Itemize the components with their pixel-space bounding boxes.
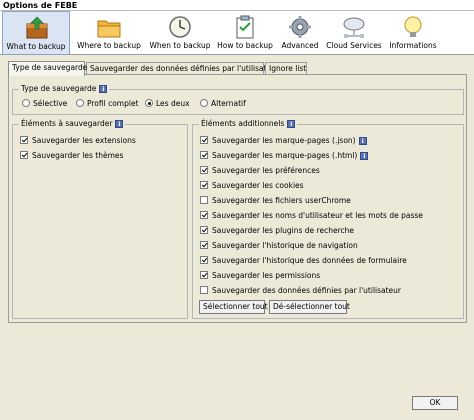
tab-label: Ignore list (269, 64, 307, 73)
toolbar-where-to-backup[interactable]: Where to backup (74, 11, 144, 55)
elements-group: Éléments à sauvegarder i Sauvegarder les … (12, 119, 188, 319)
deselect-all-button[interactable]: Dé-sélectionner tout (269, 300, 350, 314)
checkbox-history[interactable]: Sauvegarder l'historique de navigation (200, 240, 358, 252)
info-icon[interactable]: i (358, 137, 367, 145)
checkbox-checked (200, 151, 208, 159)
checkbox-unchecked (200, 286, 208, 294)
checkbox-checked (200, 226, 208, 234)
radio-dot (76, 99, 84, 107)
additional-group: Éléments additionnels i Sauvegarder les m… (192, 119, 464, 319)
gear-icon (289, 16, 311, 38)
radio-dot (200, 99, 208, 107)
toolbar-informations[interactable]: Informations (387, 11, 439, 55)
checkbox-search-plugins[interactable]: Sauvegarder les plugins de recherche (200, 225, 354, 237)
checkbox-form-history[interactable]: Sauvegarder l'historique des données de … (200, 255, 407, 267)
toolbar-cloud-services[interactable]: Cloud Services (324, 11, 384, 55)
toolbar-label: Informations (389, 41, 437, 50)
tab-panel: Type de sauvegarde i Sélective Profil com… (8, 74, 467, 323)
checkbox-checked (200, 241, 208, 249)
checkbox-preferences[interactable]: Sauvegarder les préférences (200, 165, 320, 177)
checkbox-unchecked (200, 196, 208, 204)
toolbar-label: Advanced (281, 41, 319, 50)
info-icon[interactable]: i (115, 120, 124, 128)
radio-dot-selected (145, 99, 153, 107)
toolbar-what-to-backup[interactable]: What to backup (2, 11, 70, 55)
elements-legend: Éléments à sauvegarder i (19, 119, 126, 129)
toolbar-label: When to backup (149, 41, 211, 50)
checkbox-themes[interactable]: Sauvegarder les thèmes (20, 150, 123, 162)
title-bar: Options de FEBE (0, 0, 474, 11)
tab-label: Sauvegarder des données définies par l'u… (90, 64, 280, 73)
checkbox-bookmarks-html[interactable]: Sauvegarder les marque-pages (.html) i (200, 150, 369, 162)
toolbar-how-to-backup[interactable]: How to backup (214, 11, 276, 55)
toolbar-label: Where to backup (77, 41, 141, 50)
toolbar-advanced[interactable]: Advanced (279, 11, 321, 55)
tab-label: Type de sauvegarde (12, 63, 88, 72)
clock-icon (169, 16, 191, 38)
checkbox-checked (200, 271, 208, 279)
checkbox-checked (20, 136, 28, 144)
backup-type-legend: Type de sauvegarde i (19, 84, 110, 94)
backup-box-icon (26, 16, 48, 39)
toolbar-label: What to backup (6, 42, 66, 51)
checkbox-checked (200, 166, 208, 174)
checkbox-bookmarks-json[interactable]: Sauvegarder les marque-pages (.json) i (200, 135, 367, 147)
toolbar-when-to-backup[interactable]: When to backup (146, 11, 214, 55)
info-bulb-icon (404, 16, 422, 37)
toolbar-label: How to backup (217, 41, 273, 50)
info-icon[interactable]: i (99, 85, 108, 93)
checkbox-checked (200, 256, 208, 264)
checklist-icon (236, 15, 254, 39)
radio-dot (22, 99, 30, 107)
tab-backup-type[interactable]: Type de sauvegarde (8, 61, 88, 76)
radio-selective[interactable]: Sélective (22, 99, 67, 109)
checkbox-checked (200, 211, 208, 219)
info-icon[interactable]: i (287, 120, 296, 128)
options-window: Options de FEBE What to backup Where to … (0, 0, 474, 420)
radio-both[interactable]: Les deux (145, 99, 190, 109)
checkbox-extensions[interactable]: Sauvegarder les extensions (20, 135, 136, 147)
toolbar-label: Cloud Services (326, 41, 382, 50)
category-toolbar: What to backup Where to backup When to b… (0, 11, 474, 55)
additional-legend: Éléments additionnels i (199, 119, 298, 129)
select-all-button[interactable]: Sélectionner tout (199, 300, 268, 314)
checkbox-user-data[interactable]: Sauvegarder des données définies par l'u… (200, 285, 401, 297)
checkbox-checked (20, 151, 28, 159)
radio-full-profile[interactable]: Profil complet (76, 99, 139, 109)
window-title: Options de FEBE (3, 1, 78, 10)
cloud-network-icon (343, 17, 365, 38)
folder-icon (97, 20, 121, 38)
ok-button[interactable]: OK (412, 396, 458, 410)
checkbox-cookies[interactable]: Sauvegarder les cookies (200, 180, 304, 192)
checkbox-checked (200, 181, 208, 189)
info-icon[interactable]: i (360, 152, 369, 160)
checkbox-permissions[interactable]: Sauvegarder les permissions (200, 270, 320, 282)
checkbox-checked (200, 136, 208, 144)
checkbox-userchrome[interactable]: Sauvegarder les fichiers userChrome (200, 195, 351, 207)
checkbox-passwords[interactable]: Sauvegarder les noms d'utilisateur et le… (200, 210, 423, 222)
radio-alternative[interactable]: Alternatif (200, 99, 246, 109)
